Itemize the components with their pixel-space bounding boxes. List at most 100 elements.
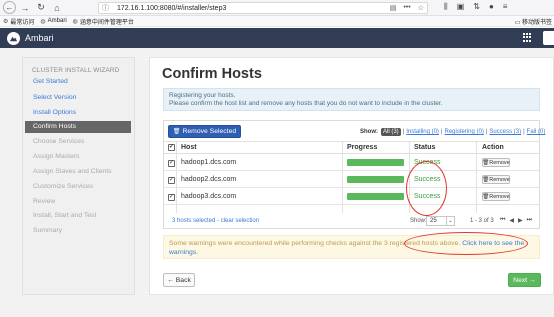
- host-progress-bar: [347, 176, 404, 183]
- trash-icon: 🗑: [482, 176, 490, 183]
- hosts-table: 🗑 Remove Selected Show: All (3) | Instal…: [163, 120, 545, 229]
- next-page-icon[interactable]: ▶: [518, 217, 523, 224]
- sidebar-item-select-version[interactable]: Select Version: [25, 92, 131, 104]
- column-progress: Progress: [347, 144, 378, 151]
- row-checkbox[interactable]: ✓: [168, 160, 175, 167]
- chat-icon[interactable]: ●: [489, 2, 494, 12]
- sidebar-item-review: Review: [33, 198, 56, 205]
- warning-alert: Some warnings were encountered while per…: [163, 235, 540, 259]
- host-progress-bar: [347, 159, 404, 166]
- host-status[interactable]: Success: [414, 176, 440, 183]
- host-status[interactable]: Success: [414, 193, 440, 200]
- back-arrow-icon[interactable]: ←: [3, 1, 16, 14]
- apps-grid-icon[interactable]: [523, 33, 532, 42]
- page-range: 1 - 3 of 3: [470, 218, 494, 224]
- sidebar-item-assign-slaves: Assign Slaves and Clients: [33, 168, 112, 175]
- row-checkbox[interactable]: ✓: [168, 177, 175, 184]
- menu-icon[interactable]: ≡: [503, 2, 508, 12]
- next-button[interactable]: Next →: [508, 273, 541, 287]
- url-text: 172.16.1.100:8080/#/installer/step3: [117, 4, 227, 12]
- mobile-bookmarks[interactable]: ▭ 移动版书签: [515, 17, 552, 26]
- back-button[interactable]: ← Back: [163, 273, 195, 287]
- progress-fill: [347, 176, 404, 183]
- sidebar-item-choose-services: Choose Services: [33, 138, 85, 145]
- home-icon[interactable]: ⌂: [50, 1, 64, 15]
- info-line-2: Please confirm the host list and remove …: [169, 100, 443, 107]
- reader-icon[interactable]: ▤: [390, 4, 397, 12]
- host-name: hadoop2.dcs.com: [181, 176, 237, 183]
- column-action: Action: [482, 144, 504, 151]
- first-page-icon[interactable]: ⏮: [500, 217, 505, 224]
- filter-success[interactable]: Success (3): [489, 129, 521, 135]
- bookmark-middleware[interactable]: ◍ 涵意中间件管理平台: [73, 17, 134, 26]
- library-icon[interactable]: ⫼: [444, 2, 448, 12]
- table-row: ✓ hadoop2.dcs.com Success 🗑 Remove: [164, 172, 539, 188]
- remove-selected-button[interactable]: 🗑 Remove Selected: [168, 125, 241, 138]
- filter-fail[interactable]: Fail (0): [527, 129, 546, 135]
- app-title[interactable]: Ambari: [25, 33, 54, 43]
- trash-icon: 🗑: [482, 193, 490, 200]
- host-status[interactable]: Success: [414, 159, 440, 166]
- chevron-down-icon: ⌄: [446, 217, 454, 225]
- per-page-label: Show:: [410, 218, 427, 224]
- sync-icon[interactable]: ⇅: [473, 2, 480, 12]
- host-name: hadoop1.dcs.com: [181, 159, 237, 166]
- table-footer: 3 hosts selected - clear selection Show:…: [164, 213, 539, 229]
- column-host: Host: [181, 144, 197, 151]
- sidebar-icon[interactable]: ▣: [457, 2, 465, 12]
- pagination: ⏮ ◀ ▶ ⏭: [500, 217, 532, 224]
- per-page-select[interactable]: 25 ⌄: [426, 216, 455, 226]
- remove-host-button[interactable]: 🗑 Remove: [482, 192, 510, 201]
- sidebar-item-summary: Summary: [33, 227, 63, 234]
- selection-summary-link[interactable]: 3 hosts selected - clear selection: [172, 218, 259, 224]
- sidebar-item-assign-masters: Assign Masters: [33, 153, 80, 160]
- filter-installing[interactable]: Installing (0): [406, 129, 439, 135]
- address-bar[interactable]: ⓘ 172.16.1.100:8080/#/installer/step3 ▤ …: [98, 2, 428, 14]
- forward-arrow-icon[interactable]: →: [18, 1, 32, 15]
- browser-toolbar: ← → ↻ ⌂ ⓘ 172.16.1.100:8080/#/installer/…: [0, 0, 554, 16]
- progress-fill: [347, 159, 404, 166]
- info-icon: ⓘ: [102, 5, 109, 12]
- sidebar-title: CLUSTER INSTALL WIZARD: [32, 67, 120, 74]
- host-name: hadoop3.dcs.com: [181, 193, 237, 200]
- globe-icon: ◍: [40, 18, 46, 25]
- remove-host-button[interactable]: 🗑 Remove: [482, 158, 510, 167]
- app-header: Ambari: [0, 28, 554, 48]
- reload-icon[interactable]: ↻: [34, 1, 48, 15]
- table-row: ✓ hadoop1.dcs.com Success 🗑 Remove: [164, 155, 539, 171]
- user-menu[interactable]: [543, 31, 554, 45]
- gear-icon: ⚙: [3, 18, 9, 25]
- table-header-row: ✓ Host Progress Status Action: [164, 142, 539, 154]
- globe-icon: ◍: [72, 18, 78, 25]
- progress-fill: [347, 193, 404, 200]
- bookmarks-bar: ⚙ 最常访问 ◍ Ambari ◍ 涵意中间件管理平台 ▭ 移动版书签: [0, 16, 554, 27]
- bookmark-star-icon[interactable]: ☆: [418, 4, 424, 12]
- sidebar-item-install-start-test: Install, Start and Test: [33, 212, 97, 219]
- folder-icon: ▭: [514, 20, 521, 26]
- filter-all[interactable]: All (3): [381, 128, 401, 136]
- warning-text: Some warnings were encountered while per…: [169, 240, 461, 247]
- trash-icon: 🗑: [482, 159, 490, 166]
- ambari-logo-icon[interactable]: [7, 31, 20, 45]
- bookmark-ambari[interactable]: ◍ Ambari: [40, 18, 66, 25]
- host-progress-bar: [347, 193, 404, 200]
- info-alert: Registering your hosts. Please confirm t…: [163, 88, 540, 111]
- trash-icon: 🗑: [172, 129, 181, 135]
- row-checkbox[interactable]: ✓: [168, 194, 175, 201]
- column-status: Status: [414, 144, 436, 151]
- sidebar-item-install-options[interactable]: Install Options: [25, 107, 131, 119]
- last-page-icon[interactable]: ⏭: [527, 217, 532, 224]
- remove-host-button[interactable]: 🗑 Remove: [482, 175, 510, 184]
- filter-registering[interactable]: Registering (0): [444, 129, 483, 135]
- info-line-1: Registering your hosts.: [169, 92, 236, 99]
- page-actions-icon[interactable]: •••: [403, 4, 410, 12]
- sidebar-item-customize-services: Customize Services: [33, 183, 94, 190]
- status-filter: Show: All (3) | Installing (0) | Registe…: [360, 128, 546, 136]
- select-all-checkbox[interactable]: ✓: [168, 144, 175, 151]
- sidebar-item-get-started[interactable]: Get Started: [25, 76, 131, 88]
- page-title: Confirm Hosts: [162, 66, 262, 82]
- prev-page-icon[interactable]: ◀: [509, 217, 514, 224]
- bookmark-most-visited[interactable]: ⚙ 最常访问: [3, 17, 34, 26]
- sidebar-item-confirm-hosts[interactable]: Confirm Hosts: [25, 121, 131, 133]
- table-row: ✓ hadoop3.dcs.com Success 🗑 Remove: [164, 189, 539, 205]
